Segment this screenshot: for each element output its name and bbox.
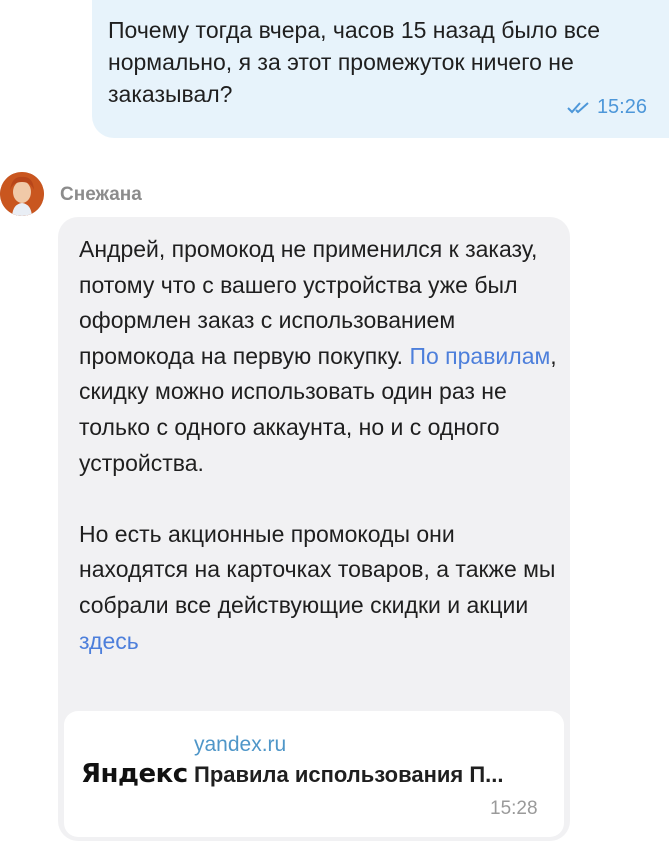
sender-avatar[interactable] xyxy=(0,172,44,216)
incoming-paragraph-1: Андрей, промокод не применился к заказу,… xyxy=(79,232,559,481)
sender-name: Снежана xyxy=(60,184,142,205)
incoming-text-part: Но есть акционные промокоды они находятс… xyxy=(79,520,556,618)
incoming-paragraph-2: Но есть акционные промокоды они находятс… xyxy=(79,517,559,659)
link-preview-title[interactable]: Правила использования П... xyxy=(194,762,554,788)
double-check-icon xyxy=(567,101,593,115)
link-preview-domain[interactable]: yandex.ru xyxy=(194,733,286,757)
incoming-message-time: 15:28 xyxy=(490,798,538,819)
yandex-logo: Яндекс xyxy=(81,759,188,789)
outgoing-message-time: 15:26 xyxy=(596,96,647,118)
here-link[interactable]: здесь xyxy=(79,628,139,654)
incoming-message-text: Андрей, промокод не применился к заказу,… xyxy=(79,232,559,659)
rules-link[interactable]: По правилам xyxy=(409,343,550,369)
outgoing-message-meta: 15:26 xyxy=(567,96,647,119)
